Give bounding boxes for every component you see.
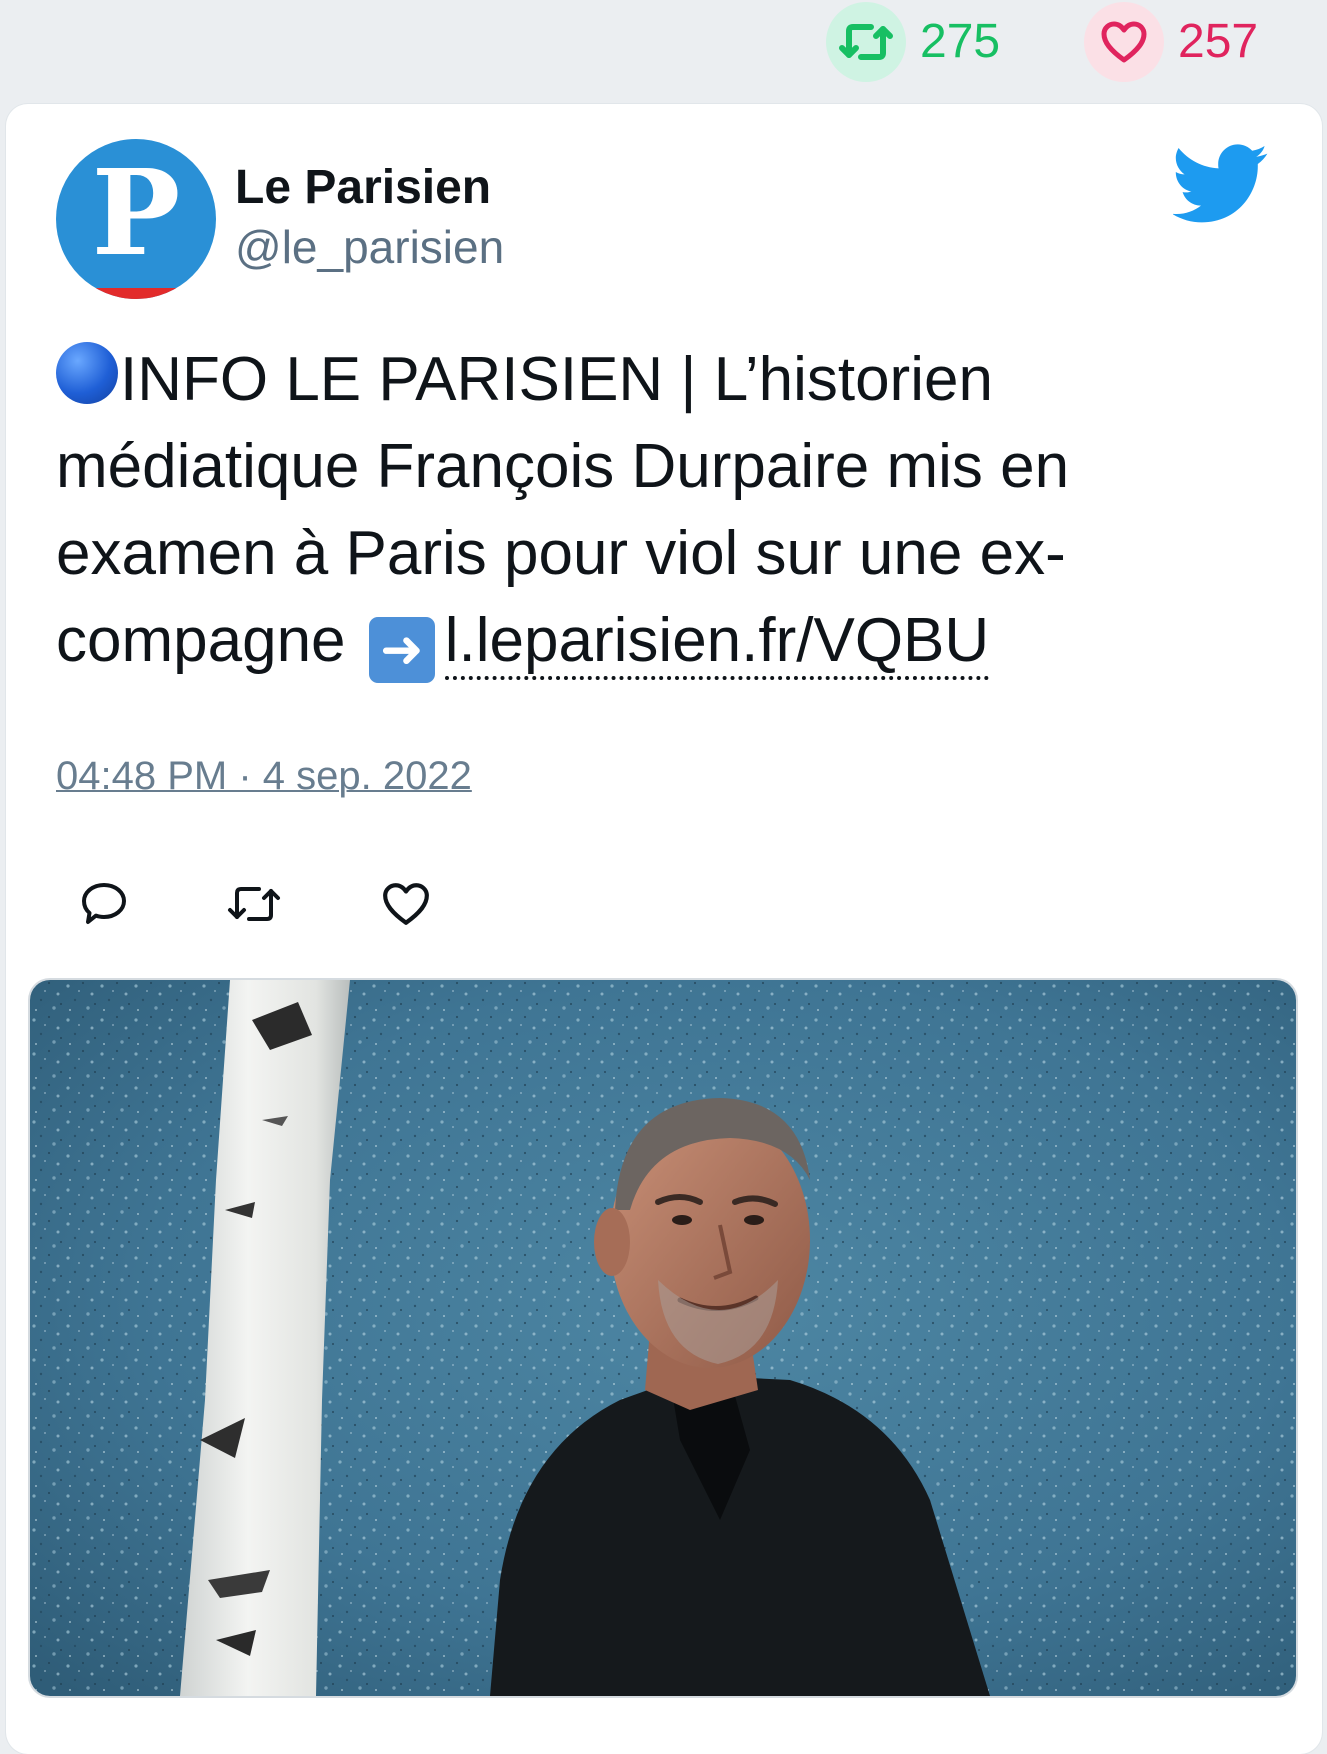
tweet-link[interactable]: l.leparisien.fr/VQBU [444, 606, 990, 680]
like-stat[interactable]: 257 [1084, 2, 1258, 82]
retweet-icon [826, 2, 906, 82]
tweet-timestamp[interactable]: 04:48 PM · 4 sep. 2022 [56, 754, 472, 799]
tweet-text: INFO LE PARISIEN | L’historien médiatiqu… [56, 336, 1236, 684]
tweet-stats-bar: 275 257 [0, 0, 1327, 95]
retweet-stat[interactable]: 275 [826, 2, 1000, 82]
blue-circle-emoji [56, 342, 118, 404]
twitter-bird-icon[interactable] [1173, 144, 1269, 224]
reply-icon [82, 883, 126, 924]
retweet-icon [228, 887, 280, 921]
like-button[interactable] [376, 874, 436, 934]
avatar-letter: P [91, 143, 181, 282]
retweet-count: 275 [920, 15, 1001, 68]
like-count: 257 [1178, 15, 1259, 68]
avatar-stripe [56, 288, 216, 299]
reply-button[interactable] [74, 874, 134, 934]
avatar[interactable]: P [56, 139, 216, 299]
heart-icon [1084, 2, 1164, 82]
portrait-photo [30, 980, 1296, 1696]
right-arrow-emoji: ➜ [368, 617, 435, 683]
author-name[interactable]: Le Parisien [235, 161, 491, 215]
author-handle[interactable]: @le_parisien [235, 222, 504, 273]
retweet-button[interactable] [224, 874, 284, 934]
tweet-media-photo[interactable] [30, 980, 1296, 1696]
tweet-card: P Le Parisien @le_parisien INFO LE PARIS… [6, 104, 1322, 1754]
heart-icon [383, 883, 429, 925]
